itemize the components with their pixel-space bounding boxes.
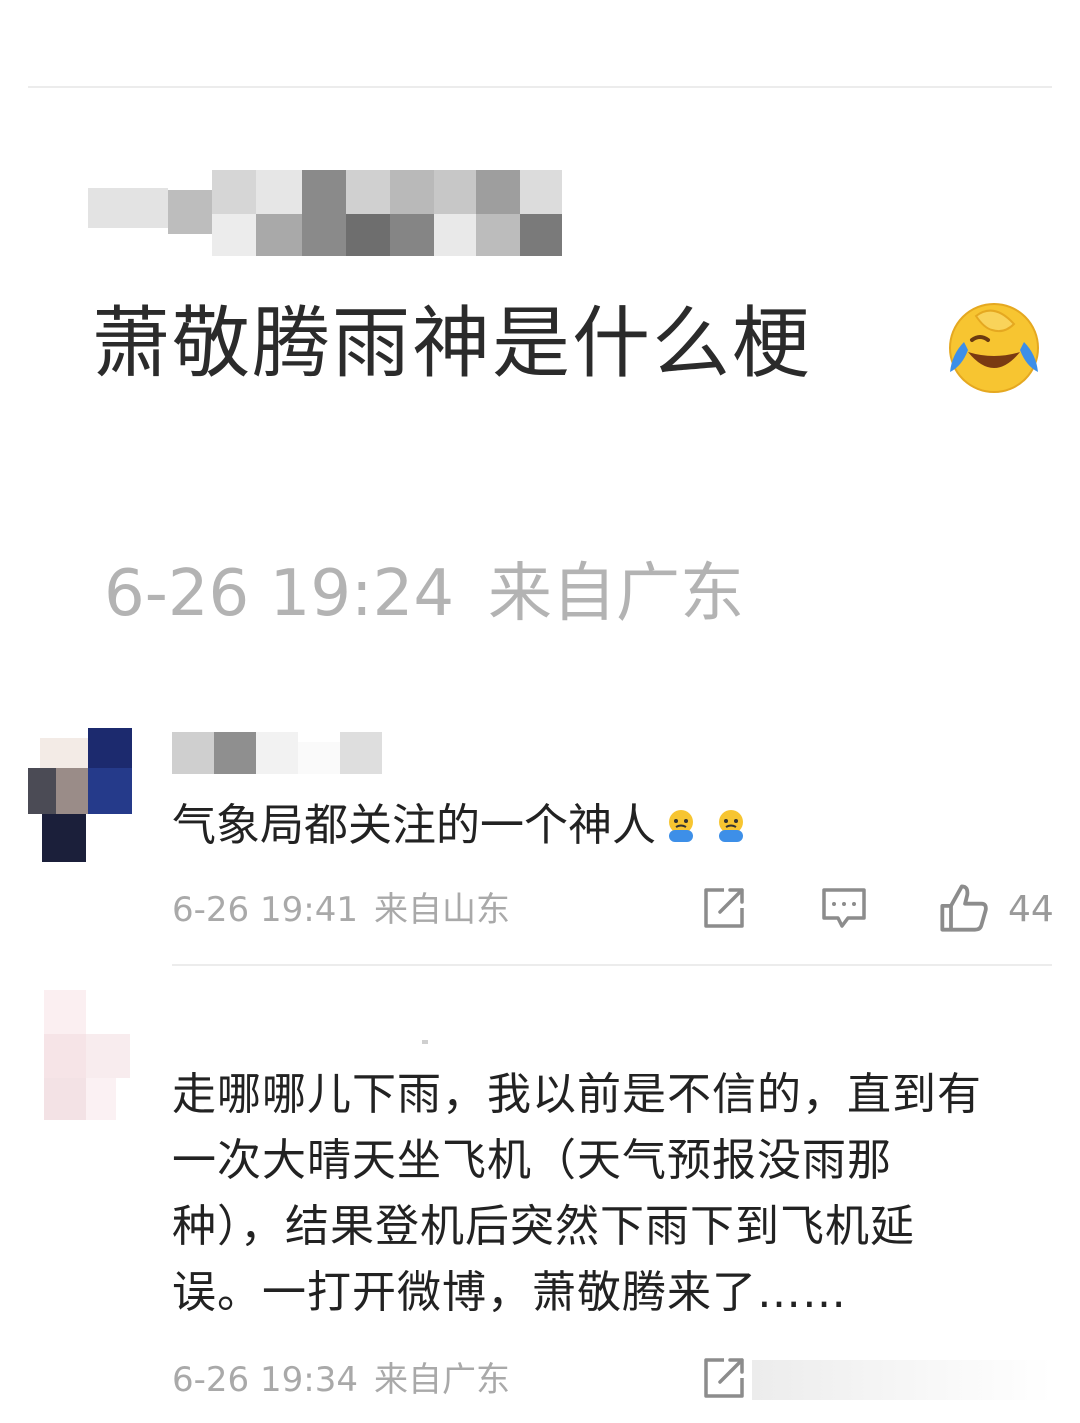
comment-2-meta: 6-26 19:34 来自广东: [172, 1358, 510, 1402]
comment-2-blurred-username: [172, 1004, 432, 1048]
post-title: 萧敬腾雨神是什么梗: [92, 299, 813, 389]
comment-2-date: 6-26 19:34: [172, 1360, 358, 1400]
crying-bear-icon: [719, 810, 743, 842]
comment-1-location: 来自山东: [373, 890, 510, 930]
comment-divider: [172, 964, 1052, 966]
post-meta: 6-26 19:24 来自广东: [104, 556, 744, 632]
comment-1-avatar[interactable]: [28, 728, 132, 862]
comment-2-text: 走哪哪儿下雨，我以前是不信的，直到有一次大晴天坐飞机（天气预报没雨那种），结果登…: [172, 1069, 982, 1318]
share-icon[interactable]: [700, 1354, 748, 1402]
crying-bear-icon: [669, 810, 693, 842]
comment-1-text: 气象局都关注的一个神人: [172, 794, 992, 858]
blurred-author-name: [88, 170, 578, 256]
top-divider: [28, 86, 1052, 88]
comment-2-avatar[interactable]: [44, 990, 130, 1120]
comment-2-location: 来自广东: [373, 1360, 510, 1400]
comment-1-blurred-username: [172, 732, 388, 774]
comment-icon[interactable]: [820, 884, 868, 932]
post-location: 来自广东: [488, 557, 745, 631]
laughing-crying-face-icon: [949, 303, 1039, 393]
comment-1-date: 6-26 19:41: [172, 890, 358, 930]
thumbs-up-icon[interactable]: [938, 882, 990, 934]
post-date: 6-26 19:24: [104, 557, 455, 631]
comment-2-blurred-actions: [752, 1360, 1052, 1400]
comment-1-meta: 6-26 19:41 来自山东: [172, 888, 510, 932]
comment-1-body: 气象局都关注的一个神人: [172, 800, 656, 851]
share-icon[interactable]: [700, 884, 748, 932]
comment-1-like-count: 44: [1008, 889, 1054, 930]
